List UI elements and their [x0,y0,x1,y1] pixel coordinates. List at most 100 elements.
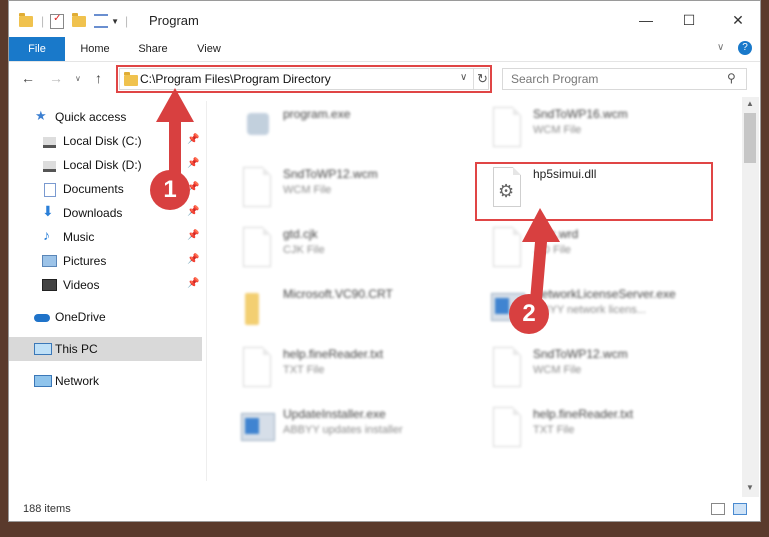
callout-badge-1: 1 [150,170,190,210]
help-icon[interactable]: ? [738,41,752,55]
quick-access-toolbar: | ✓ ▼ | [19,11,128,31]
sidebar-item-onedrive[interactable]: OneDrive [9,305,202,329]
exe-file-icon [239,405,275,449]
recent-locations-icon[interactable]: ∨ [75,74,81,83]
download-icon: ⬇ [42,203,54,219]
file-icon [239,165,273,209]
videos-icon [42,279,57,291]
computer-icon [34,343,52,355]
properties-icon[interactable]: ✓ [50,13,65,29]
back-arrow-icon[interactable]: ← [21,70,35,86]
sidebar-item-label: Local Disk (C:) [63,134,142,148]
pictures-icon [42,255,57,267]
sidebar-item-label: Documents [63,182,124,196]
minimize-button[interactable]: — [629,9,663,31]
sidebar-item-label: Local Disk (D:) [63,158,142,172]
file-item[interactable]: SndToWP16.wcm WCM File [481,101,711,155]
search-placeholder: Search Program [511,72,599,86]
details-view-icon[interactable] [711,503,725,515]
sidebar-item-pictures[interactable]: Pictures 📌 [9,249,202,273]
file-type: WCM File [533,364,582,376]
sidebar-item-label: Pictures [63,254,107,268]
exe-file-icon [239,105,273,149]
file-type: TXT File [533,424,575,436]
close-button[interactable]: ✕ [721,9,755,31]
tab-home[interactable]: Home [73,37,117,61]
file-icon [239,345,273,389]
sidebar-item-videos[interactable]: Videos 📌 [9,273,202,297]
pin-icon[interactable]: 📌 [187,278,199,289]
music-icon: ♪ [43,227,50,243]
file-list: program.exe SndToWP16.wcm WCM File SndTo… [221,101,741,491]
ribbon-tabs: File Home Share View ∨ ? [9,37,760,62]
file-item[interactable]: help.fineReader.txt TXT File [481,401,711,455]
up-arrow-icon[interactable]: ↑ [95,70,102,86]
sidebar-item-this-pc[interactable]: This PC [9,337,202,361]
title-bar: | ✓ ▼ | Program — ☐ ✕ [9,1,760,37]
file-name: SndToWP12.wcm [533,347,628,361]
tab-file[interactable]: File [9,37,65,61]
item-count: 188 items [23,503,71,515]
file-name: help.fineReader.txt [283,347,384,361]
sidebar-item-network[interactable]: Network [9,369,202,393]
sidebar-item-label: Music [63,230,95,244]
window-title: Program [149,13,199,28]
callout-badge-2: 2 [509,294,549,334]
file-type: TXT File [283,364,325,376]
sidebar-item-label: Network [55,374,100,388]
file-name: help.fineReader.txt [533,407,634,421]
file-item[interactable]: Microsoft.VC90.CRT [231,281,461,335]
file-item[interactable]: gtd.cjk CJK File [231,221,461,275]
folder-icon [19,12,33,27]
file-type: ABBYY updates installer [283,424,403,436]
drive-icon [43,161,56,172]
scroll-up-icon[interactable]: ▲ [746,99,754,108]
pin-icon[interactable]: 📌 [187,254,199,265]
explorer-window: | ✓ ▼ | Program — ☐ ✕ File Home Share Vi… [8,0,761,522]
search-icon[interactable]: ⚲ [727,71,736,85]
tab-share[interactable]: Share [131,37,175,61]
tab-view[interactable]: View [189,37,229,61]
file-icon [489,405,523,449]
sidebar-item-label: Downloads [63,206,123,220]
drive-icon [43,137,56,148]
file-type: CJK File [283,244,325,256]
status-bar: 188 items [9,499,760,521]
scrollbar-thumb[interactable] [744,113,756,163]
sidebar-item-label: Quick access [55,110,127,124]
file-item[interactable]: UpdateInstaller.exe ABBYY updates instal… [231,401,461,455]
file-icon [489,345,523,389]
file-name: gtd.cjk [283,227,318,241]
view-options-icon[interactable] [94,14,109,28]
sidebar-item-label: This PC [55,342,98,356]
scroll-down-icon[interactable]: ▼ [746,483,754,492]
file-item[interactable]: program.exe [231,101,461,155]
file-icon [489,105,523,149]
file-name: UpdateInstaller.exe [283,407,386,421]
file-name: SndToWP16.wcm [533,107,628,121]
sidebar-item-music[interactable]: ♪ Music 📌 [9,225,202,249]
search-input[interactable]: Search Program ⚲ [502,68,747,90]
pin-icon[interactable]: 📌 [187,230,199,241]
file-type: WCM File [283,184,332,196]
large-icons-view-icon[interactable] [733,503,747,515]
file-item[interactable]: SndToWP12.wcm WCM File [481,341,711,395]
network-icon [34,375,52,387]
file-icon [239,225,273,269]
file-name: Microsoft.VC90.CRT [283,287,393,301]
forward-arrow-icon[interactable]: → [49,70,63,86]
new-folder-icon[interactable] [72,12,87,27]
cloud-icon [34,314,50,322]
toolbar-separator: | [41,14,45,28]
chevron-down-icon[interactable]: ▼ [111,17,119,26]
file-name: program.exe [283,107,351,121]
ribbon-expand-icon[interactable]: ∨ [717,42,724,53]
file-item[interactable]: help.fineReader.txt TXT File [231,341,461,395]
maximize-button[interactable]: ☐ [672,9,706,31]
documents-icon [44,183,56,197]
star-icon: ★ [35,108,47,123]
file-name: SndToWP12.wcm [283,167,378,181]
file-type: WCM File [533,124,582,136]
vertical-scrollbar[interactable]: ▲ ▼ [742,97,759,497]
file-item[interactable]: SndToWP12.wcm WCM File [231,161,461,215]
